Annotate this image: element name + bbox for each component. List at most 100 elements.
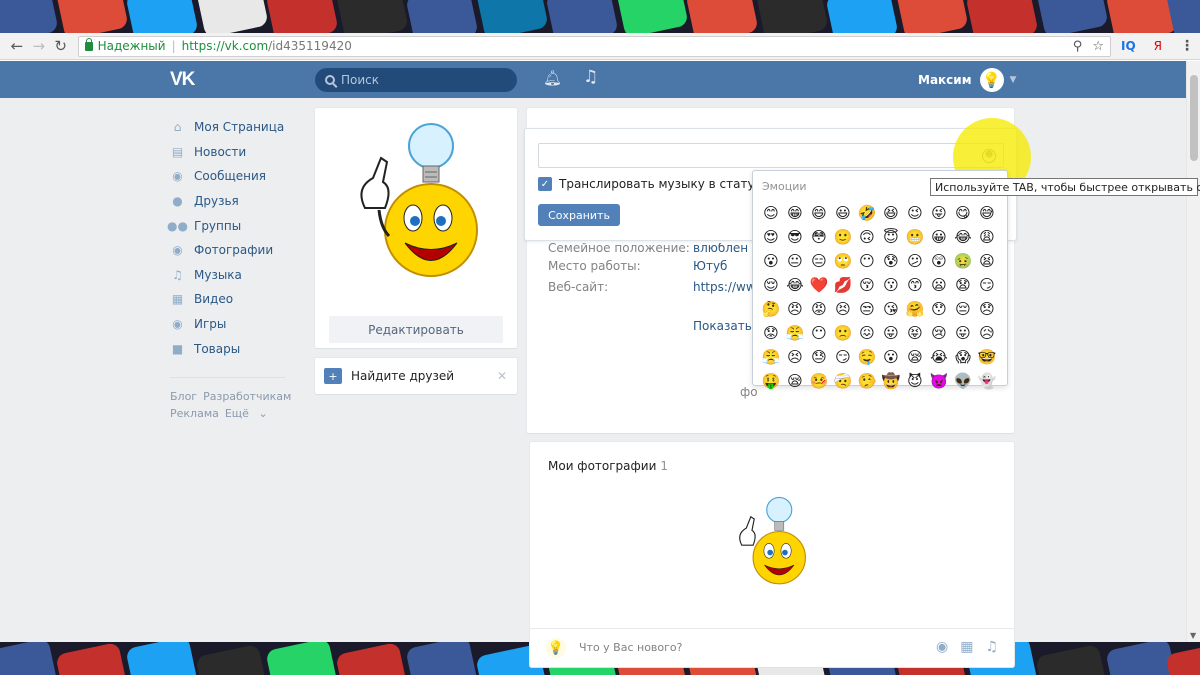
- sidebar-item-market[interactable]: ■ Товары: [170, 336, 300, 361]
- find-friends-card[interactable]: + Найдите друзей ✕: [315, 358, 517, 394]
- emoji-item[interactable]: 😄: [807, 201, 831, 225]
- emoji-item[interactable]: 😍: [759, 225, 783, 249]
- user-menu[interactable]: Максим 💡 ▼: [918, 61, 1016, 98]
- sidebar-item-friends[interactable]: ● Друзья: [170, 189, 300, 214]
- emoji-item[interactable]: 😝: [903, 321, 927, 345]
- emoji-item[interactable]: 🤥: [855, 369, 879, 393]
- photo-thumbnail[interactable]: [728, 494, 818, 602]
- emoji-item[interactable]: 😖: [855, 321, 879, 345]
- info-value[interactable]: Ютуб: [693, 256, 727, 277]
- emoji-item[interactable]: 😛: [951, 321, 975, 345]
- emoji-item[interactable]: 😪: [903, 345, 927, 369]
- checkbox-checked-icon[interactable]: ✓: [538, 177, 552, 191]
- emoji-item[interactable]: 👿: [927, 369, 951, 393]
- emoji-item[interactable]: 😚: [855, 273, 879, 297]
- emoji-item[interactable]: 😋: [951, 201, 975, 225]
- emoji-item[interactable]: 😏: [975, 273, 999, 297]
- vk-logo[interactable]: VK: [170, 69, 195, 91]
- sidebar-item-news[interactable]: ▤ Новости: [170, 140, 300, 165]
- broadcast-music-toggle[interactable]: ✓ Транслировать музыку в статус: [538, 177, 761, 191]
- emoji-item[interactable]: 😙: [903, 273, 927, 297]
- emoji-item[interactable]: 🤕: [831, 369, 855, 393]
- emoji-item[interactable]: 😗: [879, 273, 903, 297]
- emoji-item[interactable]: 👽: [951, 369, 975, 393]
- emoji-item[interactable]: 😉: [903, 201, 927, 225]
- emoji-item[interactable]: 🙁: [831, 321, 855, 345]
- sidebar-item-messages[interactable]: ◉ Сообщения: [170, 164, 300, 189]
- emoji-item[interactable]: 😰: [879, 249, 903, 273]
- scroll-down-icon[interactable]: ▼: [1190, 631, 1196, 640]
- emoji-item[interactable]: 😀: [927, 225, 951, 249]
- info-value[interactable]: влюблен: [693, 243, 748, 253]
- footer-link-blog[interactable]: Блог: [170, 390, 197, 403]
- bookmark-star-icon[interactable]: ☆: [1092, 39, 1104, 54]
- emoji-item[interactable]: 😡: [807, 297, 831, 321]
- browser-menu-icon[interactable]: ⋮: [1180, 38, 1194, 54]
- emoji-item[interactable]: 🤣: [855, 201, 879, 225]
- emoji-item[interactable]: 😮: [879, 345, 903, 369]
- emoji-item[interactable]: 😟: [759, 321, 783, 345]
- footer-link-developers[interactable]: Разработчикам: [203, 390, 291, 403]
- address-bar[interactable]: Надежный | https://vk.com /id435119420 ⚲…: [77, 35, 1111, 57]
- emoji-item[interactable]: 😭: [927, 345, 951, 369]
- emoji-item[interactable]: 😞: [975, 297, 999, 321]
- extension-yandex-button[interactable]: Я: [1154, 39, 1162, 53]
- emoji-item[interactable]: 😶: [807, 321, 831, 345]
- music-icon[interactable]: ♫: [985, 639, 998, 655]
- emoji-item[interactable]: 🤠: [879, 369, 903, 393]
- emoji-item[interactable]: 😕: [903, 249, 927, 273]
- emoji-item[interactable]: 👻: [975, 369, 999, 393]
- emoji-item[interactable]: 😃: [831, 201, 855, 225]
- emoji-item[interactable]: 🙂: [831, 225, 855, 249]
- sidebar-item-photos[interactable]: ◉ Фотографии: [170, 238, 300, 263]
- page-scrollbar[interactable]: ▼: [1186, 61, 1200, 642]
- emoji-item[interactable]: ❤️: [807, 273, 831, 297]
- emoji-item[interactable]: 😌: [759, 273, 783, 297]
- emoji-item[interactable]: 😜: [927, 201, 951, 225]
- emoji-item[interactable]: 😦: [927, 273, 951, 297]
- profile-avatar-image[interactable]: [345, 118, 495, 308]
- emoji-item[interactable]: 😤: [783, 321, 807, 345]
- forward-arrow-icon[interactable]: →: [28, 35, 50, 57]
- emoji-item[interactable]: 😣: [831, 297, 855, 321]
- emoji-item[interactable]: 😘: [879, 297, 903, 321]
- emoji-item[interactable]: 😁: [783, 201, 807, 225]
- emoji-item[interactable]: 😬: [903, 225, 927, 249]
- emoji-item[interactable]: 😂: [951, 225, 975, 249]
- emoji-item[interactable]: 😩: [975, 225, 999, 249]
- key-icon[interactable]: ⚲: [1073, 39, 1083, 54]
- video-icon[interactable]: ▦: [960, 639, 973, 655]
- emoji-item[interactable]: 🤒: [807, 369, 831, 393]
- emoji-item[interactable]: 😧: [951, 273, 975, 297]
- back-arrow-icon[interactable]: ←: [6, 35, 28, 57]
- scrollbar-thumb[interactable]: [1190, 75, 1198, 161]
- emoji-item[interactable]: 🤗: [903, 297, 927, 321]
- sidebar-item-my-page[interactable]: ⌂ Моя Страница: [170, 115, 300, 140]
- emoji-item[interactable]: 😮: [759, 249, 783, 273]
- emoji-item[interactable]: 😪: [783, 369, 807, 393]
- emoji-item[interactable]: 😒: [855, 297, 879, 321]
- emoji-item[interactable]: 😠: [783, 297, 807, 321]
- search-input[interactable]: Поиск: [315, 68, 517, 92]
- emoji-item[interactable]: 😲: [927, 249, 951, 273]
- emoji-item[interactable]: 😐: [783, 249, 807, 273]
- emoji-item[interactable]: 😑: [807, 249, 831, 273]
- footer-link-ads[interactable]: Реклама: [170, 407, 219, 420]
- sidebar-item-music[interactable]: ♫ Музыка: [170, 263, 300, 288]
- emoji-item[interactable]: 😊: [759, 201, 783, 225]
- emoji-item[interactable]: 😤: [759, 345, 783, 369]
- emoji-item[interactable]: 😯: [927, 297, 951, 321]
- emoji-item[interactable]: 😱: [951, 345, 975, 369]
- emoji-item[interactable]: 😫: [975, 249, 999, 273]
- save-button[interactable]: Сохранить: [538, 204, 620, 226]
- bell-icon[interactable]: 🔔︎: [543, 69, 562, 87]
- emoji-item[interactable]: 🤤: [855, 345, 879, 369]
- status-input[interactable]: ☻: [538, 143, 1004, 168]
- emoji-item[interactable]: 🤔: [759, 297, 783, 321]
- counter-label-cut[interactable]: фо: [740, 385, 758, 399]
- emoji-item[interactable]: 😛: [879, 321, 903, 345]
- edit-profile-button[interactable]: Редактировать: [329, 316, 503, 343]
- close-icon[interactable]: ✕: [497, 369, 507, 383]
- photos-title[interactable]: Мои фотографии 1: [548, 459, 668, 473]
- emoji-item[interactable]: 😏: [831, 345, 855, 369]
